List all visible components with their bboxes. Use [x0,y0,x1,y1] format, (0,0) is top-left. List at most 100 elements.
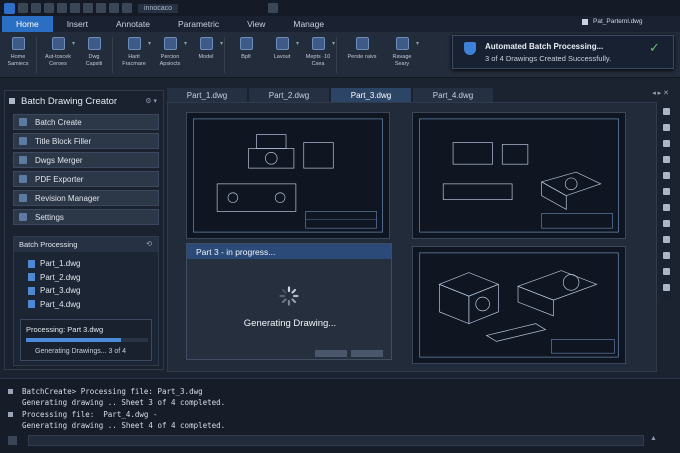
command-history-line: Generating drawing .. Sheet 4 of 4 compl… [22,421,226,430]
search-icon[interactable] [268,3,279,13]
pan-icon[interactable] [662,124,670,131]
ribbon-button-home[interactable]: Home Samiecs [0,32,36,78]
ribbon-button-perste[interactable]: Perste raivs [340,32,384,78]
measure-icon[interactable] [662,220,670,227]
tab-insert[interactable]: Insert [53,16,102,32]
chevron-down-icon[interactable]: ▾ [332,41,335,48]
snap-icon[interactable] [662,236,670,243]
titleblock-icon [19,137,27,145]
menu-dwgs-merger[interactable]: Dwgs Merger [13,152,159,168]
tab-home[interactable]: Home [2,16,53,32]
list-item[interactable]: Part_1.dwg [28,257,80,271]
drawing-preview-part-4[interactable] [412,246,626,364]
chevron-down-icon[interactable]: ▾ [416,41,419,48]
new-icon[interactable] [18,3,28,13]
list-item[interactable]: Part_4.dwg [28,298,80,312]
ribbon-button-layout[interactable]: Lavout ▾ [264,32,300,78]
open-icon[interactable] [31,3,41,13]
command-history-line: BatchCreate> Processing file: Part_3.dwg [8,387,203,396]
grid-icon[interactable] [662,252,670,259]
chevron-down-icon[interactable]: ▾ [72,41,75,48]
chevron-down-icon[interactable]: ▾ [148,41,151,48]
separator [112,37,113,73]
dropdown-icon[interactable] [122,3,132,13]
app-logo-icon [4,2,15,14]
ribbon-button-autotask[interactable]: Aut-toscek Ceroes ▾ [40,32,76,78]
command-history-line: Generating drawing .. Sheet 3 of 4 compl… [22,398,226,407]
dwg-icon [87,37,101,50]
redo-icon[interactable] [96,3,106,13]
layout-icon [275,37,289,50]
saveas-icon[interactable] [57,3,67,13]
notification-message: 3 of 4 Drawings Created Successfully. [485,54,612,63]
tab-parametric[interactable]: Parametric [164,16,233,32]
dwg-file-icon [28,286,35,295]
panel-header: Batch Drawing Creator ⚙ ▾ [5,91,163,111]
orbit-icon[interactable] [662,156,670,163]
view-icon[interactable] [662,268,670,275]
ribbon-button-model[interactable]: Model ▾ [188,32,224,78]
tab-manage[interactable]: Manage [279,16,338,32]
notification-toast[interactable]: Automated Batch Processing... 3 of 4 Dra… [452,35,674,69]
batch-drawing-creator-panel: Batch Drawing Creator ⚙ ▾ Batch Create T… [4,90,164,370]
doc-tab[interactable]: Part_4.dwg [413,88,493,102]
progress-dialog: Part 3 - in progress... Generating Drawi… [186,243,392,360]
command-arrow-icon[interactable]: ▲ [650,435,657,442]
save-icon[interactable] [44,3,54,13]
ribbon-button-mepts[interactable]: Mepts ·10 Csea ▾ [300,32,336,78]
properties-icon[interactable] [662,204,670,211]
window-controls[interactable]: ◂ ▸ ✕ [652,89,669,97]
aspects-icon [163,37,177,50]
drawing-preview-part-2[interactable] [412,112,626,239]
drawing-sheet-2 [419,118,619,233]
chevron-down-icon[interactable]: ▾ [220,41,223,48]
tab-annotate[interactable]: Annotate [102,16,164,32]
ribbon-button-aspects[interactable]: Percion Apsiocts ▾ [152,32,188,78]
menu-revision-manager[interactable]: Revision Manager [13,190,159,206]
layer-icon[interactable] [662,188,670,195]
menu-title-block-filler[interactable]: Title Block Filler [13,133,159,149]
doc-tab[interactable]: Part_2.dwg [249,88,329,102]
batch-icon [19,118,27,126]
menu-settings[interactable]: Settings [13,209,159,225]
ribbon-button-frame[interactable]: Harit Fracmare ▾ [116,32,152,78]
dialog-button[interactable] [315,350,347,357]
drawing-preview-part-1[interactable] [186,112,390,239]
command-close-icon[interactable] [8,436,17,445]
progress-fill [26,338,122,342]
share-icon[interactable] [109,3,119,13]
panel-options-icon[interactable]: ⚙ ▾ [145,97,157,105]
progress-dialog-message: Generating Drawing... [243,318,337,329]
menu-batch-create[interactable]: Batch Create [13,114,159,130]
showmotion-icon[interactable] [662,172,670,179]
bullet-icon [8,389,13,394]
checkmark-icon: ✓ [649,40,660,55]
drawing-workspace[interactable]: Part 3 - in progress... Generating Drawi… [167,102,657,372]
chevron-down-icon[interactable]: ▾ [296,41,299,48]
undo-icon[interactable] [83,3,93,13]
ribbon-button-ravage[interactable]: Ravage Seary ▾ [384,32,420,78]
doc-tab[interactable]: Part_1.dwg [167,88,247,102]
dwg-file-icon [28,300,35,309]
refresh-icon[interactable]: ⟲ [146,240,152,248]
list-item[interactable]: Part_2.dwg [28,271,80,285]
active-file-chip[interactable]: Pat_Parteml.dwg [582,18,643,25]
ribbon-button-bplt[interactable]: Bplt [228,32,264,78]
plot-icon[interactable] [70,3,80,13]
list-item[interactable]: Part_3.dwg [28,284,80,298]
command-input[interactable] [28,435,644,446]
gear-icon [19,213,27,221]
tab-view[interactable]: View [233,16,279,32]
more-icon[interactable] [662,284,670,291]
tool-menu: Batch Create Title Block Filler Dwgs Mer… [13,114,159,228]
drawing-sheet-4 [419,252,619,358]
workspace-selector[interactable]: innocaco [138,3,179,13]
dialog-button[interactable] [351,350,383,357]
nav-wheel-icon[interactable] [662,108,670,115]
command-history-line: Processing file: Part_4.dwg - [8,410,157,419]
chevron-down-icon[interactable]: ▾ [184,41,187,48]
zoom-icon[interactable] [662,140,670,147]
ribbon-button-dwg[interactable]: Dwg Capsiti [76,32,112,78]
menu-pdf-exporter[interactable]: PDF Exporter [13,171,159,187]
doc-tab-active[interactable]: Part_3.dwg [331,88,411,102]
